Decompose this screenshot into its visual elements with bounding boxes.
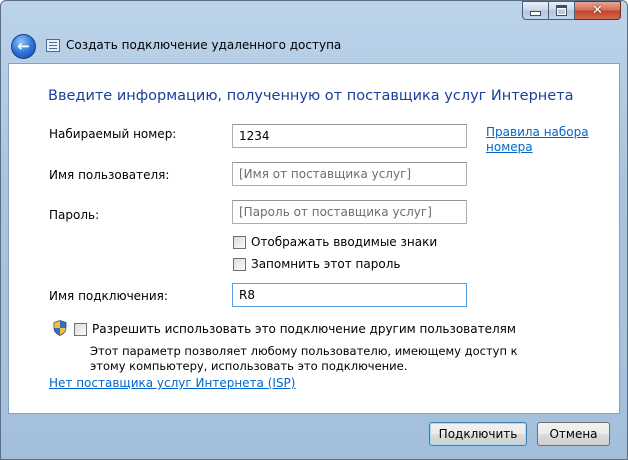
remember-password-row[interactable]: Запомнить этот пароль [233, 257, 400, 271]
connect-button[interactable]: Подключить [429, 422, 527, 446]
remember-password-checkbox[interactable] [233, 257, 246, 271]
window-title: Создать подключение удаленного доступа [66, 38, 342, 52]
allow-others-description: Этот параметр позволяет любому пользоват… [90, 344, 518, 373]
maximize-button[interactable] [549, 1, 575, 20]
allow-others-row[interactable]: Разрешить использовать это подключение д… [74, 322, 516, 336]
connection-name-label: Имя подключения: [49, 289, 168, 303]
dialup-connection-icon [46, 39, 60, 52]
maximize-icon [556, 5, 567, 16]
no-isp-link[interactable]: Нет поставщика услуг Интернета (ISP) [49, 376, 295, 390]
password-input[interactable] [232, 200, 467, 224]
allow-others-checkbox[interactable] [74, 322, 87, 336]
show-chars-label: Отображать вводимые знаки [251, 235, 438, 249]
window-controls: ✕ [522, 1, 621, 20]
back-arrow-icon: ← [17, 36, 30, 55]
remember-password-label: Запомнить этот пароль [251, 257, 401, 271]
dialing-rules-link-line2: номера [486, 140, 533, 154]
show-chars-row[interactable]: Отображать вводимые знаки [233, 235, 437, 249]
minimize-icon [530, 11, 541, 16]
show-chars-checkbox[interactable] [233, 235, 246, 249]
close-icon: ✕ [592, 3, 603, 18]
username-label: Имя пользователя: [49, 168, 170, 182]
title-bar: ✕ ← Создать подключение удаленного досту… [1, 1, 627, 63]
uac-shield-icon [53, 320, 67, 336]
dialing-rules-link-line1: Правила набора [486, 125, 589, 139]
dialup-wizard-window: ✕ ← Создать подключение удаленного досту… [0, 0, 628, 460]
dialing-rules-link[interactable]: Правила набора номера [486, 125, 589, 155]
connection-name-input[interactable] [232, 283, 467, 307]
password-label: Пароль: [49, 208, 100, 222]
username-input[interactable] [232, 162, 467, 186]
cancel-button[interactable]: Отмена [537, 422, 610, 446]
page-heading: Введите информацию, полученную от постав… [48, 88, 574, 104]
allow-others-label: Разрешить использовать это подключение д… [92, 322, 516, 336]
phone-label: Набираемый номер: [49, 127, 177, 141]
phone-number-input[interactable] [232, 124, 467, 148]
wizard-content: Введите информацию, полученную от постав… [8, 63, 620, 414]
back-button[interactable]: ← [11, 34, 36, 59]
minimize-button[interactable] [522, 1, 549, 20]
close-button[interactable]: ✕ [575, 1, 621, 20]
